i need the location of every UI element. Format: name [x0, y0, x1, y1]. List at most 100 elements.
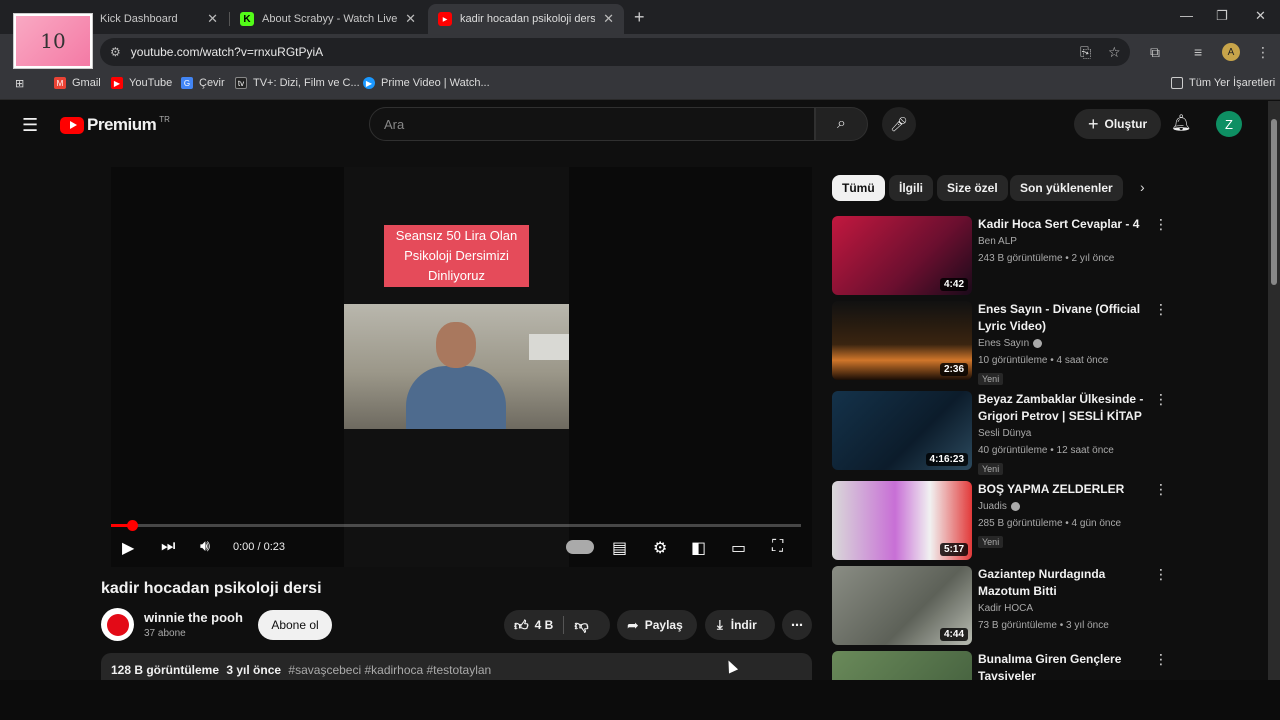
close-icon[interactable]: ✕ — [405, 11, 416, 27]
prime-video-icon: ▶ — [363, 77, 375, 89]
next-icon[interactable]: ⏭︎ — [161, 538, 175, 556]
create-button[interactable]: + Oluştur — [1074, 109, 1162, 139]
video-player[interactable]: Seansız 50 Lira Olan Psikoloji Dersimizi… — [111, 167, 812, 567]
like-count[interactable]: 4 B — [535, 618, 554, 632]
video-meta: 40 görüntüleme • 12 saat önce — [978, 445, 1114, 456]
scrollbar[interactable] — [1268, 101, 1280, 680]
miniplayer-icon[interactable]: ◧ — [691, 538, 706, 558]
video-thumbnail[interactable]: 4:42 — [832, 216, 972, 295]
recommended-video[interactable]: 4:16:23 Beyaz Zambaklar Ülkesinde - Grigo… — [832, 391, 1168, 475]
bookmark-gmail[interactable]: M Gmail — [54, 77, 101, 89]
video-thumbnail[interactable]: 2:36 — [832, 301, 972, 380]
channel-name[interactable]: Juadis — [978, 501, 1020, 512]
verified-icon — [1033, 338, 1043, 348]
channel-name[interactable]: winnie the pooh — [144, 610, 243, 625]
close-icon[interactable]: ✕ — [603, 11, 614, 27]
media-icon[interactable]: ≡ — [1194, 44, 1202, 60]
profile-avatar[interactable]: A — [1222, 43, 1240, 61]
video-title[interactable]: BOŞ YAPMA ZELDERLER — [978, 481, 1146, 498]
more-icon[interactable]: ⋮ — [1154, 651, 1168, 668]
play-icon[interactable]: ▶ — [122, 538, 134, 558]
close-icon[interactable]: ✕ — [207, 11, 218, 27]
more-icon[interactable]: ⋮ — [1154, 391, 1168, 408]
subtitles-icon[interactable]: ▤ — [612, 538, 627, 558]
video-thumbnail[interactable]: 4:16:23 — [832, 391, 972, 470]
scrollbar-thumb[interactable] — [1271, 119, 1277, 285]
fullscreen-icon[interactable]: ⛶ — [772, 538, 783, 556]
video-title[interactable]: Gaziantep Nurdagında Mazotum Bitti — [978, 566, 1146, 600]
chip-for-you[interactable]: Size özel — [937, 175, 1008, 201]
close-window-icon[interactable]: ✕ — [1255, 8, 1266, 24]
channel-name[interactable]: Kadir HOCA — [978, 603, 1033, 614]
account-avatar[interactable]: Z — [1216, 111, 1242, 137]
search-button[interactable]: ⌕ — [815, 107, 868, 141]
volume-icon[interactable]: 🔊︎ — [200, 538, 210, 556]
bookmark-youtube[interactable]: ▶ YouTube — [111, 77, 172, 89]
channel-name[interactable]: Enes Sayın — [978, 338, 1043, 349]
voice-search-button[interactable]: 🎤︎ — [882, 107, 916, 141]
kick-icon: K — [240, 12, 254, 26]
theater-mode-icon[interactable]: ▭ — [731, 538, 746, 558]
more-icon[interactable]: ⋮ — [1154, 301, 1168, 318]
chevron-right-icon[interactable]: › — [1140, 179, 1145, 195]
subscribe-button[interactable]: Abone ol — [258, 610, 332, 640]
video-title[interactable]: Kadir Hoca Sert Cevaplar - 4 — [978, 216, 1146, 233]
chip-all[interactable]: Tümü — [832, 175, 885, 201]
more-actions-button[interactable]: ⋯ — [782, 610, 812, 640]
more-icon[interactable]: ⋮ — [1154, 216, 1168, 233]
maximize-icon[interactable]: ❐ — [1216, 8, 1228, 24]
video-thumbnail[interactable] — [832, 651, 972, 680]
recommended-video[interactable]: 5:17 BOŞ YAPMA ZELDERLER Juadis 285 B görün… — [832, 481, 1168, 561]
video-title[interactable]: Enes Sayın - Divane (Official Lyric Vide… — [978, 301, 1146, 335]
hashtags[interactable]: #savaşcebeci #kadirhoca #testotaylan — [288, 663, 491, 677]
tab-about-scrabyy[interactable]: K About Scrabyy - Watch Live on ✕ — [230, 4, 426, 34]
extensions-icon[interactable]: ⧉ — [1150, 44, 1160, 61]
youtube-icon — [60, 116, 84, 134]
site-info-icon[interactable]: ⚙ — [110, 45, 121, 59]
youtube-logo[interactable]: Premium TR — [60, 115, 170, 135]
menu-icon[interactable]: ☰ — [22, 115, 38, 136]
recommended-video[interactable]: 4:42 Kadir Hoca Sert Cevaplar - 4 Ben ALP 2… — [832, 216, 1168, 296]
share-button[interactable]: ➦ Paylaş — [617, 610, 697, 640]
chip-related[interactable]: İlgili — [889, 175, 933, 201]
new-tab-icon[interactable]: + — [634, 7, 645, 28]
channel-name[interactable]: Ben ALP — [978, 236, 1017, 247]
tab-kick-dashboard[interactable]: Kick Dashboard ✕ — [90, 4, 228, 34]
more-icon[interactable]: ⋮ — [1154, 566, 1168, 583]
bookmark-tvplus[interactable]: tv TV+: Dizi, Film ve C... — [235, 77, 360, 89]
subscriber-count: 37 abone — [144, 628, 186, 639]
recommended-video[interactable]: 4:44 Gaziantep Nurdagında Mazotum Bitti Ka… — [832, 566, 1168, 646]
video-title[interactable]: Beyaz Zambaklar Ülkesinde - Grigori Petr… — [978, 391, 1146, 425]
video-title[interactable]: Bunalıma Giren Gençlere Tavsiyeler — [978, 651, 1146, 680]
settings-icon[interactable]: ⚙ — [653, 538, 667, 558]
recommended-video[interactable]: 2:36 Enes Sayın - Divane (Official Lyric … — [832, 301, 1168, 385]
apps-icon[interactable]: ⊞ — [15, 77, 24, 90]
channel-name[interactable]: Sesli Dünya — [978, 428, 1031, 439]
like-icon[interactable]: 👍︎ — [514, 617, 529, 634]
notifications-icon[interactable]: 🔔︎ — [1171, 113, 1191, 133]
progress-handle[interactable] — [126, 520, 138, 531]
more-icon[interactable]: ⋮ — [1154, 481, 1168, 498]
install-icon[interactable]: ⎘ — [1080, 44, 1091, 61]
description-box[interactable]: 128 B görüntüleme 3 yıl önce #savaşcebec… — [101, 653, 812, 680]
bookmark-star-icon[interactable]: ☆ — [1108, 44, 1121, 61]
channel-avatar[interactable] — [101, 608, 134, 641]
minimize-icon[interactable]: — — [1180, 8, 1193, 23]
search-input[interactable]: Ara — [369, 107, 815, 141]
address-bar[interactable]: ⚙ youtube.com/watch?v=rnxuRGtPyiA — [100, 38, 1130, 66]
autoplay-toggle[interactable] — [566, 540, 594, 554]
progress-bar[interactable] — [111, 520, 801, 531]
video-thumbnail[interactable]: 4:44 — [832, 566, 972, 645]
chip-recent[interactable]: Son yüklenenler — [1010, 175, 1123, 201]
bookmark-cevir[interactable]: G Çevir — [181, 77, 225, 89]
download-button[interactable]: ⤓ İndir — [705, 610, 775, 640]
recommended-video[interactable]: Bunalıma Giren Gençlere Tavsiyeler ⋮ — [832, 651, 1168, 680]
video-thumbnail[interactable]: 5:17 — [832, 481, 972, 560]
folder-icon — [1171, 77, 1183, 89]
youtube-icon: ▶ — [111, 77, 123, 89]
tab-youtube-video[interactable]: ▶ kadir hocadan psikoloji dersi - Y ✕ — [428, 4, 624, 34]
menu-icon[interactable]: ⋮ — [1256, 44, 1270, 61]
bookmark-prime-video[interactable]: ▶ Prime Video | Watch... — [363, 77, 490, 89]
dislike-icon[interactable]: 👎︎ — [574, 617, 588, 634]
all-bookmarks[interactable]: Tüm Yer İşaretleri — [1171, 77, 1275, 89]
